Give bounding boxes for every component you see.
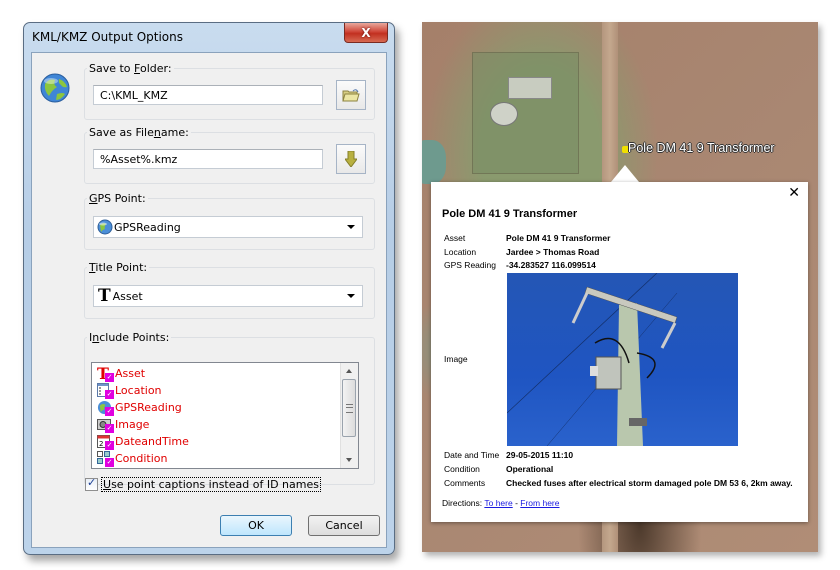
close-button[interactable]: X [344,23,388,43]
globe-icon [40,73,70,103]
text-icon: T ✓ [97,363,114,383]
list-item-gpsreading[interactable]: ✓ GPSReading [92,399,358,416]
grip-icon [346,404,353,413]
checkbox-checked-icon[interactable]: ✓ [105,372,114,382]
gps-point-select[interactable]: GPSReading [93,216,363,238]
list-icon: ✓ [97,382,114,399]
title-point-label: Title Point: [89,261,148,274]
popup-pointer [611,165,639,182]
dialog-client: Save to Folder: C:\KML_KMZ Save as Filen… [31,52,387,548]
cancel-button[interactable]: Cancel [308,515,380,536]
checkbox-checked-icon[interactable]: ✓ [105,440,114,450]
directions: Directions: To here - From here [442,498,560,508]
checkbox-checked-icon[interactable]: ✓ [105,389,114,399]
include-points-group: Include Points: T ✓ Asset ✓ Location ✓ GP… [84,331,375,485]
to-here-link[interactable]: To here [484,498,512,508]
title-point-select[interactable]: T Asset [93,285,363,307]
use-captions-checkbox[interactable]: Use point captions instead of ID names [85,476,321,492]
list-scrollbar[interactable] [340,363,358,468]
include-points-list[interactable]: T ✓ Asset ✓ Location ✓ GPSReading ✓ Image [91,362,359,469]
dam-water [422,140,446,184]
calendar-icon: 2 ✓ [97,434,114,450]
checkbox-checked-icon[interactable]: ✓ [105,457,114,467]
from-here-link[interactable]: From here [520,498,559,508]
scroll-up-icon[interactable] [346,369,352,373]
gps-point-label: GPS Point: [89,192,146,205]
ok-button[interactable]: OK [220,515,292,536]
paddock-area [472,52,579,174]
placemark-label[interactable]: Pole DM 41 9 Transformer [628,141,775,155]
use-captions-label: Use point captions instead of ID names [101,477,321,492]
list-item-asset[interactable]: T ✓ Asset [92,365,358,382]
info-balloon: ✕ Pole DM 41 9 Transformer Asset Pole DM … [431,182,808,522]
checkbox-checked-icon[interactable]: ✓ [105,406,114,416]
close-icon[interactable]: ✕ [788,185,800,201]
save-filename-group: Save as Filename: %Asset%.kmz [84,126,375,184]
filename-input[interactable]: %Asset%.kmz [93,149,323,169]
save-folder-group: Save to Folder: C:\KML_KMZ [84,62,375,120]
close-icon: X [361,25,371,40]
list-item-image[interactable]: ✓ Image [92,416,358,433]
chevron-down-icon [347,294,355,298]
checkbox-checked-icon[interactable] [85,476,98,491]
list-item-location[interactable]: ✓ Location [92,382,358,399]
camera-icon: ✓ [97,417,114,433]
balloon-row-datetime: Date and Time 29-05-2015 11:10 [444,450,574,460]
list-item-condition[interactable]: ✓ Condition [92,450,358,467]
svg-text:2: 2 [99,440,103,448]
title-point-group: Title Point: T Asset [84,261,375,319]
map-view[interactable]: Pole DM 41 9 Transformer ✕ Pole DM 41 9 … [422,22,818,552]
text-icon: T [98,286,111,306]
balloon-row-condition: Condition Operational [444,464,554,474]
folder-open-icon [342,89,360,102]
scroll-down-icon[interactable] [346,458,352,462]
shed-building [508,77,552,99]
list-item-dateandtime[interactable]: 2 ✓ DateandTime [92,433,358,450]
chevron-down-icon [347,225,355,229]
balloon-row-comments: Comments Checked fuses after electrical s… [444,478,793,488]
kml-output-dialog: KML/KMZ Output Options X Save to Folder:… [23,22,395,555]
gps-point-group: GPS Point: GPSReading [84,192,375,250]
asset-photo [507,273,738,446]
browse-folder-button[interactable] [336,80,366,110]
power-pole-image [507,273,678,446]
balloon-row-image: Image [444,354,468,364]
scrollbar-thumb[interactable] [342,379,356,437]
folder-input[interactable]: C:\KML_KMZ [93,85,323,105]
balloon-title: Pole DM 41 9 Transformer [442,208,578,220]
save-filename-label: Save as Filename: [89,126,189,139]
globe-icon [97,219,113,235]
down-arrow-icon [345,151,357,167]
balloon-row-gps: GPS Reading -34.283527 116.099514 [444,260,596,270]
balloon-row-asset: Asset Pole DM 41 9 Transformer [444,233,611,243]
water-tank [490,102,518,126]
balloon-row-location: Location Jardee > Thomas Road [444,247,600,257]
globe-icon: ✓ [97,400,114,416]
dialog-title: KML/KMZ Output Options [32,30,184,44]
gps-point-value: GPSReading [114,220,181,234]
include-points-label: Include Points: [89,331,170,344]
save-folder-label: Save to Folder: [89,62,172,75]
insert-field-button[interactable] [336,144,366,174]
options-icon: ✓ [97,450,114,467]
title-point-value: Asset [112,289,143,303]
checkbox-checked-icon[interactable]: ✓ [105,423,114,433]
